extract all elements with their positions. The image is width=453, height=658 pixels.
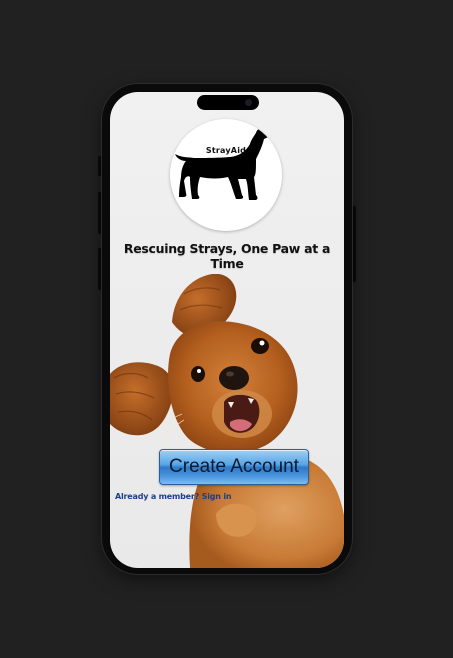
brand-name: StrayAid [205,146,247,155]
sign-in-link[interactable]: Already a member? Sign in [115,492,232,501]
brand-logo: StrayAid [170,119,282,231]
phone-screen: StrayAid Rescuing Strays, One Paw at a T… [110,92,344,568]
puppy-photo [110,274,344,568]
dynamic-island [197,95,259,110]
camera-icon [245,99,252,106]
canvas: StrayAid Rescuing Strays, One Paw at a T… [0,0,453,658]
dog-silhouette-icon [175,129,271,200]
tagline: Rescuing Strays, One Paw at a Time [123,241,331,271]
create-account-button[interactable]: Create Account [159,449,309,485]
